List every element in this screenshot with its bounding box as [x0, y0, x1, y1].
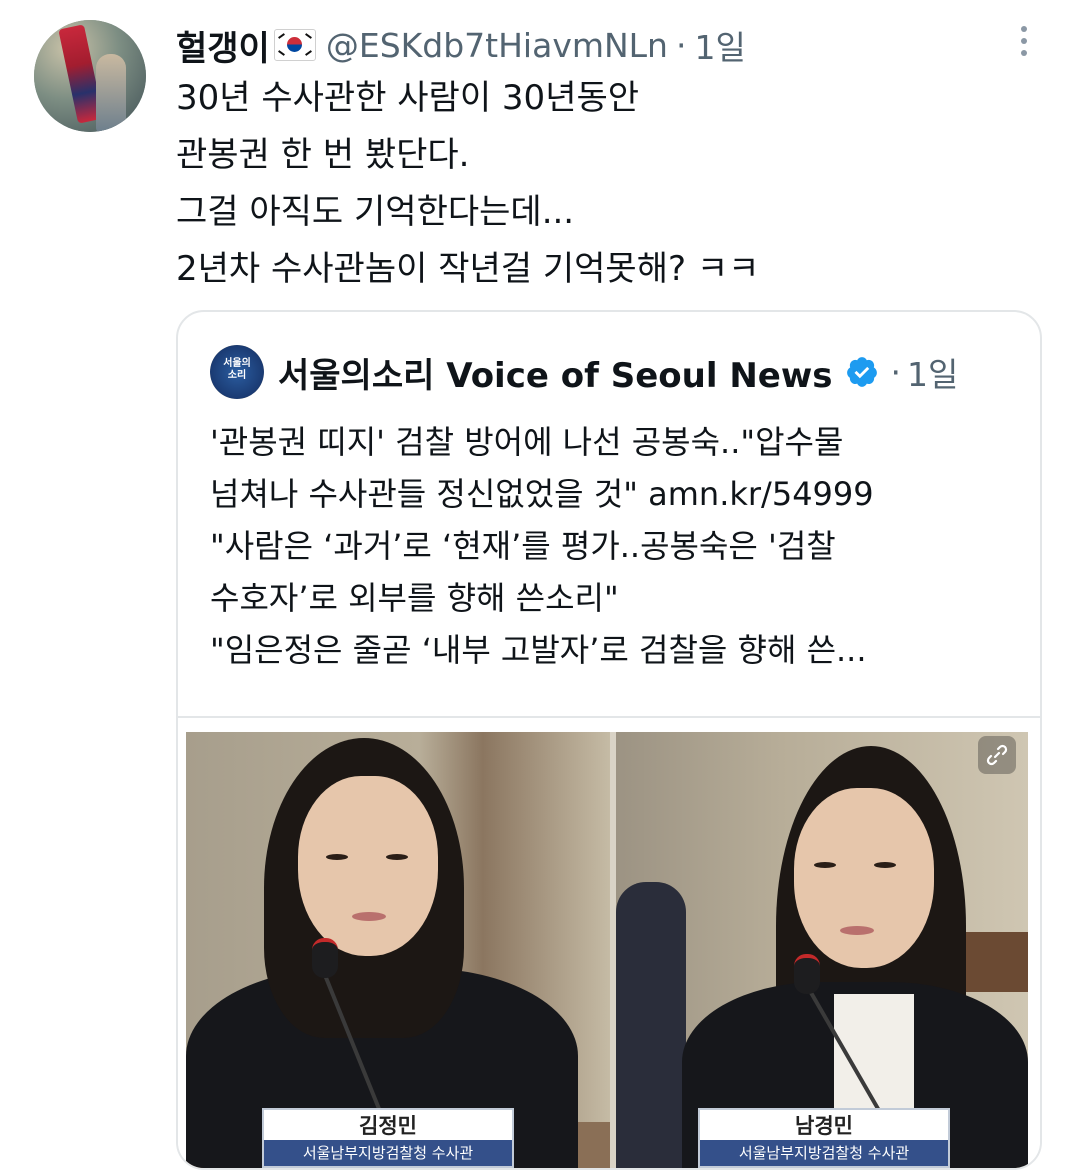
tweet-line: 그걸 아직도 기억한다는데... [176, 192, 575, 232]
verified-badge-icon [845, 355, 879, 389]
caption-name: 김정민 [359, 1114, 417, 1138]
quoted-line: "사람은 ‘과거’로 ‘현재’를 평가..공봉숙은 '검찰 [210, 527, 836, 565]
right-photo: 남경민 서울남부지방검찰청 수사관 [616, 732, 1028, 1168]
right-name-caption: 남경민 서울남부지방검찰청 수사관 [698, 1108, 950, 1168]
quoted-line: '관봉권 띠지' 검찰 방어에 나선 공봉숙.."압수물 [210, 423, 844, 461]
quoted-header: 서울의 소리 서울의소리 Voice of Seoul News · 1일 [210, 345, 958, 399]
separator-dot: · [675, 25, 687, 65]
caption-role: 서울남부지방검찰청 수사관 [264, 1140, 512, 1166]
author-avatar[interactable] [34, 20, 146, 132]
more-options-icon[interactable] [1014, 26, 1034, 62]
caption-role: 서울남부지방검찰청 수사관 [700, 1140, 948, 1166]
quoted-line: 넘쳐나 수사관들 정신없었을 것" amn.kr/54999 [210, 475, 874, 513]
quoted-account-name[interactable]: 서울의소리 Voice of Seoul News [278, 348, 833, 397]
background-person [616, 882, 686, 1168]
microphone [794, 954, 820, 994]
quoted-account-logo[interactable]: 서울의 소리 [210, 345, 264, 399]
tweet-line: 2년차 수사관놈이 작년걸 기억못해? ㅋㅋ [176, 249, 760, 289]
tweet-text: 30년 수사관한 사람이 30년동안 관봉권 한 번 봤단다. 그걸 아직도 기… [176, 70, 1036, 298]
south-korea-flag-icon [273, 29, 316, 61]
link-icon[interactable] [978, 736, 1016, 774]
separator-dot: · [890, 352, 902, 392]
author-handle[interactable]: @ESKdb7tHiavmNLn [326, 26, 668, 65]
left-name-caption: 김정민 서울남부지방검찰청 수사관 [262, 1108, 514, 1168]
quoted-tweet-card[interactable]: 서울의 소리 서울의소리 Voice of Seoul News · 1일 '관봉… [176, 310, 1042, 1170]
tweet-line: 30년 수사관한 사람이 30년동안 [176, 78, 640, 118]
quoted-text: '관봉권 띠지' 검찰 방어에 나선 공봉숙.."압수물 넘쳐나 수사관들 정신… [210, 416, 1010, 676]
left-photo: 김정민 서울남부지방검찰청 수사관 [186, 732, 610, 1168]
face [298, 776, 438, 956]
quoted-line: 수호자’로 외부를 향해 쓴소리" [210, 579, 619, 617]
face [794, 788, 934, 968]
caption-name: 남경민 [795, 1114, 853, 1138]
quoted-media[interactable]: 김정민 서울남부지방검찰청 수사관 남경민 서울남부지방검찰청 수사관 [178, 716, 1040, 1168]
avatar-person [96, 54, 126, 132]
microphone [312, 938, 338, 978]
tweet-header: 헐갱이 @ESKdb7tHiavmNLn · 1일 [176, 21, 746, 70]
quoted-time[interactable]: 1일 [907, 348, 958, 396]
quoted-line: "임은정은 줄곧 ‘내부 고발자’로 검찰을 향해 쓴... [210, 631, 867, 669]
logo-text: 서울의 소리 [223, 358, 251, 381]
author-name[interactable]: 헐갱이 [176, 21, 270, 70]
tweet-time[interactable]: 1일 [694, 21, 745, 69]
tweet-line: 관봉권 한 번 봤단다. [176, 135, 470, 175]
